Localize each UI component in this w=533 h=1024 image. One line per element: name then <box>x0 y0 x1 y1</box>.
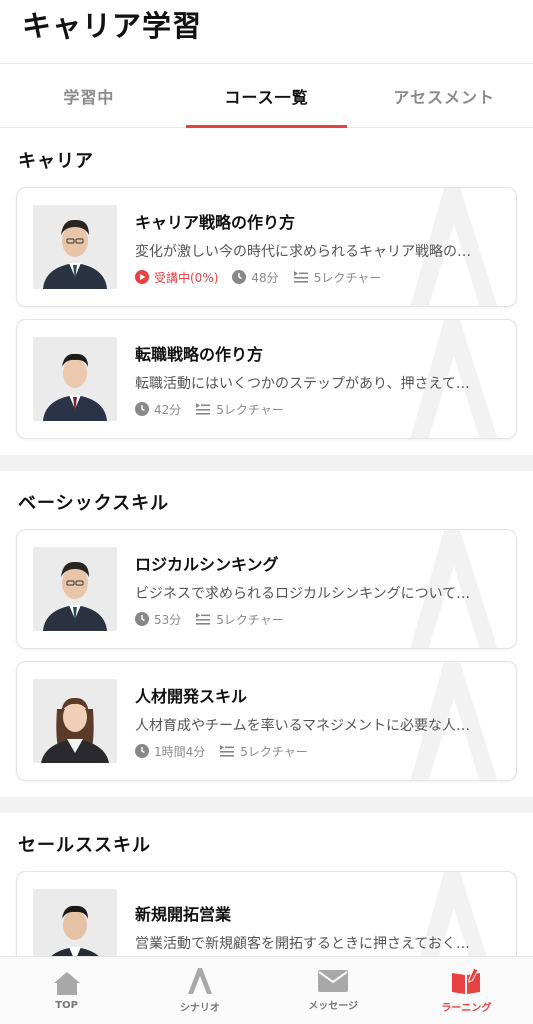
tab-learning[interactable]: 学習中 <box>0 64 178 127</box>
playlist-icon <box>196 403 211 415</box>
mail-icon <box>318 970 349 992</box>
duration: 1時間4分 <box>135 743 205 760</box>
course-meta: 1時間4分 5レクチャー <box>135 743 500 760</box>
course-meta: 42分 5レクチャー <box>135 401 500 418</box>
instructor-photo <box>33 679 117 763</box>
tab-bar: 学習中 コース一覧 アセスメント <box>0 64 533 128</box>
clock-icon <box>135 402 149 416</box>
clock-icon <box>135 744 149 758</box>
section-title: キャリア <box>18 151 94 172</box>
playlist-icon <box>220 745 235 757</box>
course-info: 人材開発スキル 人材育成やチームを率いるマネジメントに必要な人… 1時間4分 5… <box>135 683 500 760</box>
course-info: ロジカルシンキング ビジネスで求められるロジカルシンキングについて… 53分 5… <box>135 551 500 628</box>
lecture-count: 5レクチャー <box>293 269 381 286</box>
course-info: 転職戦略の作り方 転職活動にはいくつかのステップがあり、押さえて… 42分 5レ… <box>135 341 500 418</box>
scenario-icon <box>187 968 212 994</box>
nav-label: シナリオ <box>179 1003 220 1014</box>
course-description: ビジネスで求められるロジカルシンキングについて… <box>135 585 471 602</box>
section-title: ベーシックスキル <box>18 493 170 514</box>
course-info: 新規開拓営業 営業活動で新規顧客を開拓するときに押さえておく… <box>135 901 500 956</box>
course-title: ロジカルシンキング <box>135 554 279 574</box>
section-career: キャリア キャリア戦略の作り方 変化が激しい今の時代に求められるキャリア戦略の…… <box>0 129 533 455</box>
course-description: 営業活動で新規顧客を開拓するときに押さえておく… <box>135 936 470 952</box>
nav-label: ラーニング <box>441 1003 492 1014</box>
lecture-count: 5レクチャー <box>195 401 284 418</box>
course-description: 人材育成やチームを率いるマネジメントに必要な人… <box>135 717 471 734</box>
course-meta: 受講中(0%) 48分 5レクチャー <box>135 269 500 286</box>
bottom-nav: TOP シナリオ メッセージ ラーニング <box>0 956 533 1024</box>
nav-label: メッセージ <box>308 1001 359 1012</box>
clock-icon <box>232 270 247 284</box>
section-sales-skills: セールススキル 新規開拓営業 営業活動で新規顧客を開拓するときに押さえておく… <box>0 813 533 956</box>
progress-status: 受講中(0%) <box>135 269 218 286</box>
nav-scenario[interactable]: シナリオ <box>133 957 266 1024</box>
duration: 48分 <box>232 269 279 286</box>
playlist-icon <box>293 271 308 283</box>
course-card[interactable]: ロジカルシンキング ビジネスで求められるロジカルシンキングについて… 53分 5… <box>16 529 517 649</box>
course-title: 転職戦略の作り方 <box>135 344 264 364</box>
duration: 42分 <box>135 401 181 418</box>
app-header: キャリア学習 <box>0 0 533 64</box>
lecture-count: 5レクチャー <box>195 611 284 628</box>
course-title: キャリア戦略の作り方 <box>135 212 296 232</box>
course-description: 転職活動にはいくつかのステップがあり、押さえて… <box>135 375 470 392</box>
nav-label: TOP <box>55 1000 78 1011</box>
lecture-count: 5レクチャー <box>219 743 308 760</box>
course-card[interactable]: 新規開拓営業 営業活動で新規顧客を開拓するときに押さえておく… <box>16 871 517 956</box>
course-card[interactable]: キャリア戦略の作り方 変化が激しい今の時代に求められるキャリア戦略の… 受講中(… <box>16 187 517 307</box>
page-title: キャリア学習 <box>22 9 203 43</box>
nav-message[interactable]: メッセージ <box>267 957 400 1024</box>
instructor-photo <box>33 547 117 631</box>
playlist-icon <box>196 613 211 625</box>
home-icon <box>53 972 80 995</box>
course-title: 人材開発スキル <box>135 686 248 706</box>
section-basic-skills: ベーシックスキル ロジカルシンキング ビジネスで求められるロジカルシンキングにつ… <box>0 471 533 797</box>
section-divider <box>0 455 533 471</box>
course-meta: 53分 5レクチャー <box>135 611 500 628</box>
tab-course-list[interactable]: コース一覧 <box>178 64 356 128</box>
duration: 53分 <box>135 611 181 628</box>
section-title: セールススキル <box>18 835 151 856</box>
instructor-photo <box>33 889 117 956</box>
book-icon <box>452 967 481 994</box>
section-divider <box>0 797 533 813</box>
course-card[interactable]: 転職戦略の作り方 転職活動にはいくつかのステップがあり、押さえて… 42分 5レ… <box>16 319 517 439</box>
course-title: 新規開拓営業 <box>135 905 232 924</box>
nav-learning[interactable]: ラーニング <box>400 957 533 1024</box>
instructor-photo <box>33 337 117 421</box>
course-card[interactable]: 人材開発スキル 人材育成やチームを率いるマネジメントに必要な人… 1時間4分 5… <box>16 661 517 781</box>
instructor-photo <box>33 205 117 289</box>
tab-assessment[interactable]: アセスメント <box>355 64 533 127</box>
course-description: 変化が激しい今の時代に求められるキャリア戦略の… <box>135 243 471 260</box>
course-list[interactable]: キャリア キャリア戦略の作り方 変化が激しい今の時代に求められるキャリア戦略の…… <box>0 129 533 956</box>
course-info: キャリア戦略の作り方 変化が激しい今の時代に求められるキャリア戦略の… 受講中(… <box>135 209 500 286</box>
clock-icon <box>135 612 149 626</box>
play-icon <box>135 270 149 284</box>
nav-top[interactable]: TOP <box>0 957 133 1024</box>
